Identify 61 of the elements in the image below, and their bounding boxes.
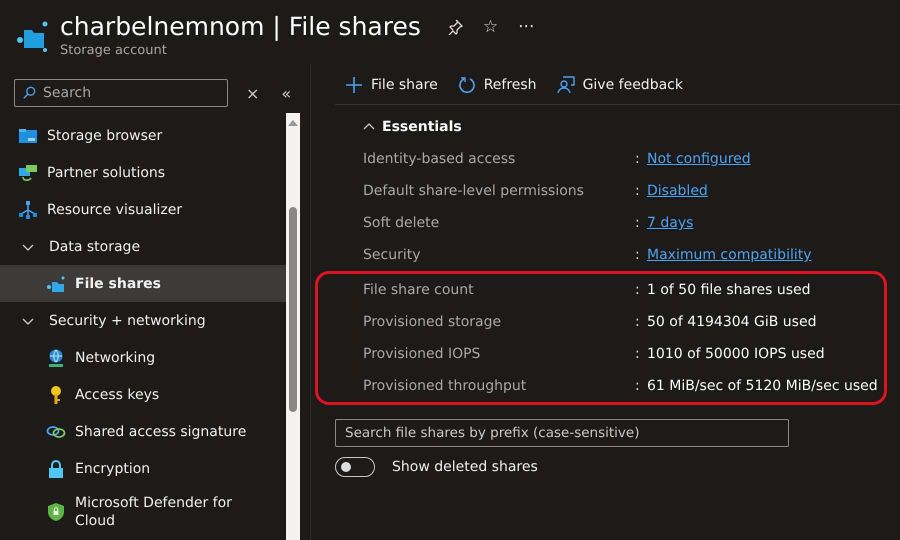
separator: : xyxy=(635,215,641,231)
separator: : xyxy=(635,378,641,394)
nav-item[interactable]: Storage browser xyxy=(0,117,286,154)
property-label: Provisioned storage xyxy=(363,314,502,330)
favorite-button[interactable]: ☆ xyxy=(482,16,498,36)
nav-item[interactable]: Shared access signature xyxy=(0,413,286,450)
nav-icon xyxy=(18,200,38,220)
property-value: 50 of 4194304 GiB used xyxy=(647,314,816,330)
refresh-icon xyxy=(458,76,476,94)
nav-item[interactable]: Microsoft Defender for Cloud xyxy=(0,487,286,537)
nav-item[interactable]: File shares xyxy=(0,265,286,302)
page-title: charbelnemnom | File shares xyxy=(60,12,421,41)
property-link[interactable]: 7 days xyxy=(647,215,694,231)
more-button[interactable]: ··· xyxy=(518,16,534,36)
property-label: Provisioned throughput xyxy=(363,378,528,394)
separator: : xyxy=(635,183,641,199)
property-link[interactable]: Maximum compatibility xyxy=(647,247,812,263)
nav-group[interactable]: Data storage xyxy=(0,228,286,265)
essentials-toggle[interactable]: Essentials xyxy=(335,113,462,143)
nav-item[interactable]: Networking xyxy=(0,339,286,376)
property-label: File share count xyxy=(363,282,475,298)
nav-icon xyxy=(46,348,66,368)
feedback-icon xyxy=(556,76,575,94)
scrollbar[interactable] xyxy=(286,113,300,540)
toggle-switch[interactable] xyxy=(335,457,375,477)
separator: : xyxy=(635,314,641,330)
property-label: Default share-level permissions xyxy=(363,183,585,199)
clear-button[interactable]: × xyxy=(242,84,264,102)
separator: : xyxy=(635,282,641,298)
property-label: Security xyxy=(363,247,422,263)
property-link[interactable]: Not configured xyxy=(647,151,751,167)
add-file-share-button[interactable]: File share xyxy=(343,74,440,96)
plus-icon xyxy=(345,76,363,94)
nav-icon xyxy=(46,502,66,522)
scroll-thumb[interactable] xyxy=(289,207,297,412)
separator: : xyxy=(635,247,641,263)
nav-item[interactable]: Resource visualizer xyxy=(0,191,286,228)
nav-item[interactable]: Encryption xyxy=(0,450,286,487)
feedback-button[interactable]: Give feedback xyxy=(554,74,685,96)
search-field[interactable]: Search xyxy=(14,79,228,107)
search-icon xyxy=(22,86,36,100)
property-label: Identity-based access xyxy=(363,151,516,167)
scroll-up-icon[interactable] xyxy=(288,119,298,127)
nav-item[interactable]: Partner solutions xyxy=(0,154,286,191)
separator: : xyxy=(635,151,641,167)
nav-icon xyxy=(46,274,66,294)
nav-item[interactable]: Access keys xyxy=(0,376,286,413)
nav-group[interactable]: Security + networking xyxy=(0,302,286,339)
filter-field[interactable]: Search file shares by prefix (case-sensitive) xyxy=(335,419,789,447)
property-link[interactable]: Disabled xyxy=(647,183,708,199)
property-label: Provisioned IOPS xyxy=(363,346,482,362)
separator: : xyxy=(635,346,641,362)
page-subtitle: Storage account xyxy=(60,43,167,58)
collapse-button[interactable]: « xyxy=(277,84,296,102)
property-value: 1 of 50 file shares used xyxy=(647,282,811,298)
property-value: 61 MiB/sec of 5120 MiB/sec used xyxy=(647,378,878,394)
property-label: Soft delete xyxy=(363,215,440,231)
refresh-button[interactable]: Refresh xyxy=(456,74,539,96)
property-value: 1010 of 50000 IOPS used xyxy=(647,346,825,362)
pin-icon[interactable] xyxy=(446,18,463,34)
toggle-label: Show deleted shares xyxy=(392,459,538,475)
